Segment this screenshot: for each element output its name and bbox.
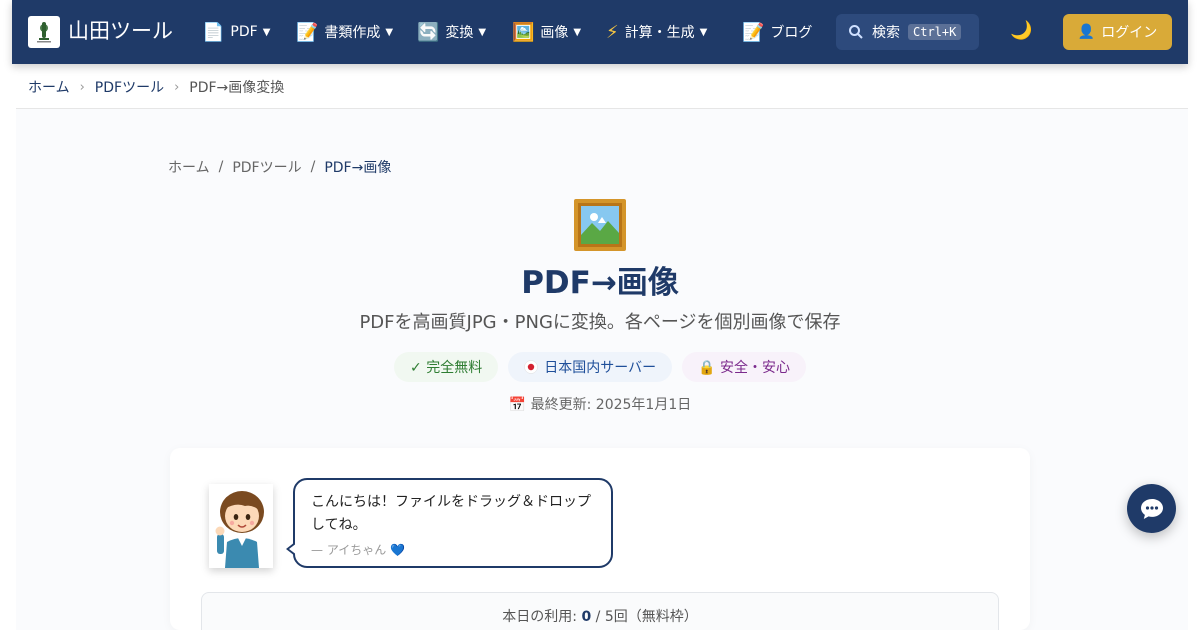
badge-free: ✓ 完全無料 <box>394 352 499 382</box>
badge-jp-server: 日本国内サーバー <box>508 352 673 382</box>
japan-flag-icon <box>524 360 538 374</box>
document-icon: 📄 <box>202 21 225 43</box>
login-button[interactable]: 👤 ログイン <box>1063 14 1172 50</box>
feature-badges: ✓ 完全無料 日本国内サーバー 🔒 安全・安心 <box>0 352 1200 382</box>
breadcrumb-pdf-tools[interactable]: PDFツール <box>95 77 164 97</box>
page-breadcrumb: ホーム / PDFツール / PDF→画像 <box>168 157 391 177</box>
page-title: PDF→画像 <box>521 265 679 301</box>
usage-sep: / <box>591 609 605 625</box>
badge-safe: 🔒 安全・安心 <box>682 352 806 382</box>
dark-mode-toggle[interactable]: 🌙 <box>1010 20 1032 41</box>
breadcrumb: ホーム › PDFツール › PDF→画像変換 <box>28 76 284 98</box>
moon-icon: 🌙 <box>1010 20 1033 41</box>
login-label: ログイン <box>1101 25 1158 41</box>
assistant-avatar-icon <box>209 484 273 568</box>
site-header: 山田ツール 📄 PDF ▼ 📝 書類作成 ▼ 🔄 変換 ▼ 🖼️ 画像 ▼ ⚡ … <box>12 0 1188 64</box>
nav-pdf-label: PDF <box>230 24 258 40</box>
nav-documents[interactable]: 📝 書類作成 ▼ <box>296 0 393 64</box>
nav-blog[interactable]: 📝 ブログ <box>742 0 812 64</box>
lightning-icon: ⚡ <box>606 21 619 43</box>
page-breadcrumb-current: PDF→画像 <box>324 160 392 176</box>
framed-picture-icon <box>574 199 626 251</box>
usage-used: 0 <box>581 609 592 625</box>
site-logo[interactable] <box>28 16 60 48</box>
page-breadcrumb-pdf-tools[interactable]: PDFツール <box>232 157 301 177</box>
nav-convert-label: 変換 <box>445 25 474 41</box>
nav-documents-label: 書類作成 <box>324 25 381 41</box>
nav-image-label: 画像 <box>540 25 569 41</box>
nav-image[interactable]: 🖼️ 画像 ▼ <box>512 0 581 64</box>
assistant-signature: — アイちゃん 💙 <box>311 543 405 557</box>
avatar <box>209 484 273 568</box>
assistant-speech-bubble: こんにちは！ファイルをドラッグ＆ドロップしてね。 — アイちゃん 💙 <box>286 478 613 568</box>
nav-blog-label: ブログ <box>770 25 813 41</box>
breadcrumb-current: PDF→画像変換 <box>189 80 285 96</box>
nav-calc[interactable]: ⚡ 計算・生成 ▼ <box>606 0 707 64</box>
nav-calc-label: 計算・生成 <box>624 25 695 41</box>
site-name[interactable]: 山田ツール <box>68 17 173 45</box>
shortcut-badge: Ctrl+K <box>908 24 962 40</box>
chat-bubble-icon <box>1140 498 1163 519</box>
badge-free-label: ✓ 完全無料 <box>410 360 483 376</box>
last-updated: 📅 最終更新: 2025年1月1日 <box>508 397 692 413</box>
page-breadcrumb-separator: / <box>218 159 224 175</box>
memo-icon: 📝 <box>296 21 319 43</box>
chevron-down-icon: ▼ <box>699 26 708 38</box>
assistant-message: こんにちは！ファイルをドラッグ＆ドロップしてね。 <box>311 494 591 533</box>
logo-icon <box>37 22 51 43</box>
search-icon <box>849 25 863 39</box>
usage-prefix: 本日の利用: <box>502 609 582 625</box>
nav-pdf[interactable]: 📄 PDF ▼ <box>202 0 270 64</box>
picture-icon: 🖼️ <box>512 21 535 43</box>
search-button[interactable]: 検索 Ctrl+K <box>836 14 979 50</box>
chevron-down-icon: ▼ <box>262 26 271 38</box>
page-breadcrumb-separator: / <box>310 159 316 175</box>
usage-suffix: 5回（無料枠） <box>604 609 698 625</box>
breadcrumb-separator: › <box>79 79 85 95</box>
page-subtitle: PDFを高画質JPG・PNGに変換。各ページを個別画像で保存 <box>359 312 841 333</box>
memo-icon: 📝 <box>742 21 765 43</box>
page-breadcrumb-home[interactable]: ホーム <box>168 157 210 177</box>
chat-button[interactable] <box>1127 484 1176 533</box>
breadcrumb-home[interactable]: ホーム <box>28 77 70 97</box>
badge-jp-server-label: 日本国内サーバー <box>544 360 657 376</box>
chevron-down-icon: ▼ <box>478 26 487 38</box>
user-icon: 👤 <box>1077 24 1096 40</box>
nav-convert[interactable]: 🔄 変換 ▼ <box>417 0 486 64</box>
chevron-down-icon: ▼ <box>573 26 582 38</box>
convert-icon: 🔄 <box>417 21 440 43</box>
usage-counter: 本日の利用: 0 / 5回（無料枠） <box>201 592 999 630</box>
divider <box>16 108 1188 109</box>
badge-safe-label: 🔒 安全・安心 <box>698 360 790 376</box>
chevron-down-icon: ▼ <box>385 26 394 38</box>
breadcrumb-separator: › <box>174 79 180 95</box>
search-label: 検索 <box>872 25 900 41</box>
